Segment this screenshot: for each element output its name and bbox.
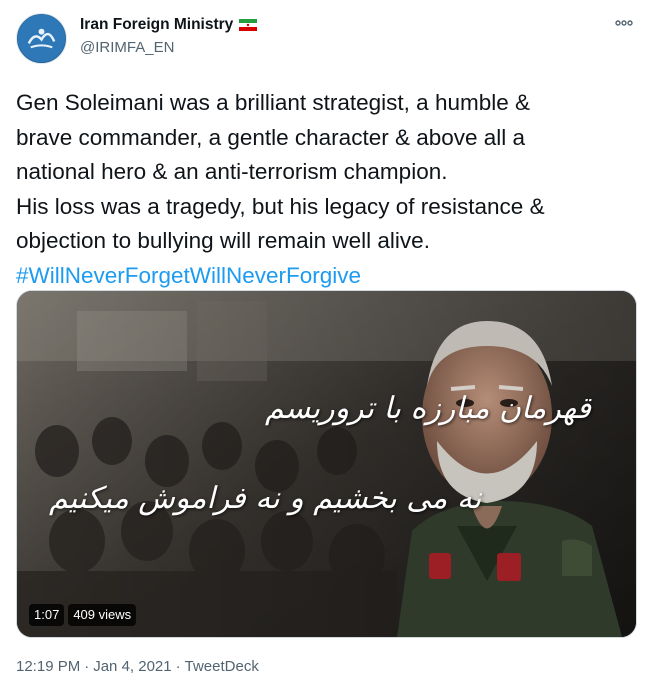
tweet-line: national hero & an anti-terrorism champi… xyxy=(16,159,448,184)
video-overlay-text: نه می بخشیم و نه فراموش میکنیم xyxy=(49,481,482,516)
tweet-time[interactable]: 12:19 PM xyxy=(16,658,80,675)
tweet-line: His loss was a tragedy, but his legacy o… xyxy=(16,193,545,219)
separator: · xyxy=(175,658,181,675)
tweet-line: Gen Soleimani was a brilliant strategist… xyxy=(16,90,530,115)
name-row: Iran Foreign Ministry xyxy=(80,16,258,34)
iran-flag-icon xyxy=(239,19,258,31)
tweet-text: Gen Soleimani was a brilliant strategist… xyxy=(16,86,636,293)
more-options-icon[interactable] xyxy=(614,16,634,30)
video-player[interactable]: قهرمان مبارزه با تروریسم نه می بخشیم و ن… xyxy=(16,290,637,638)
tweet-line: brave commander, a gentle character & ab… xyxy=(16,124,526,150)
avatar[interactable] xyxy=(16,13,67,64)
views-badge: 409 views xyxy=(68,604,137,626)
video-thumbnail xyxy=(17,291,636,637)
video-badges: 1:07 409 views xyxy=(29,604,137,626)
tweet-date[interactable]: Jan 4, 2021 xyxy=(93,658,171,675)
tweet-meta: 12:19 PM · Jan 4, 2021 · TweetDeck xyxy=(16,658,259,675)
account-handle[interactable]: @IRIMFA_EN xyxy=(80,39,174,56)
tweet-line: objection to bullying will remain well a… xyxy=(16,228,430,253)
display-name[interactable]: Iran Foreign Ministry xyxy=(80,16,233,34)
duration-badge: 1:07 xyxy=(29,604,65,626)
hashtag-link[interactable]: #WillNeverForgetWillNeverForgive xyxy=(16,263,361,288)
emblem-icon xyxy=(17,14,66,63)
video-overlay-text: قهرمان مبارزه با تروریسم xyxy=(265,391,591,426)
tweet-card: Iran Foreign Ministry @IRIMFA_EN Gen Sol… xyxy=(0,0,652,692)
separator: · xyxy=(84,658,90,675)
tweet-source[interactable]: TweetDeck xyxy=(185,658,259,675)
